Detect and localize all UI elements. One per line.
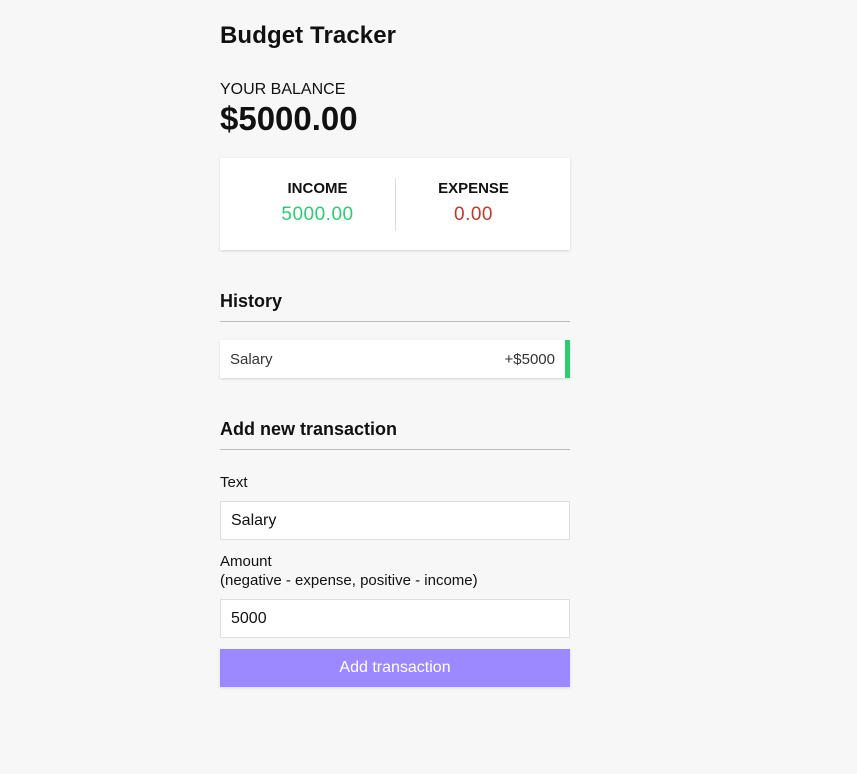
balance-label: YOUR BALANCE: [220, 81, 346, 98]
amount-field-label: Amount (negative - expense, positive - i…: [220, 552, 478, 590]
balance-value: $5000.00: [220, 100, 358, 137]
amount-hint-text: (negative - expense, positive - income): [220, 572, 478, 589]
expense-column: EXPENSE 0.00: [396, 158, 551, 250]
app-title: Budget Tracker: [220, 22, 397, 49]
amount-input[interactable]: [220, 599, 570, 638]
income-expense-card: INCOME 5000.00 EXPENSE 0.00: [220, 158, 570, 250]
amount-label-text: Amount: [220, 553, 272, 570]
text-field-label: Text: [220, 474, 248, 491]
history-item-amount: +$5000: [504, 351, 555, 368]
expense-label: EXPENSE: [438, 180, 509, 197]
add-transaction-button[interactable]: Add transaction: [220, 649, 570, 687]
history-item-text: Salary: [230, 351, 273, 368]
income-value: 5000.00: [281, 204, 354, 225]
add-transaction-title: Add new transaction: [220, 419, 570, 450]
text-input[interactable]: [220, 501, 570, 540]
expense-value: 0.00: [454, 204, 493, 225]
income-label: INCOME: [287, 180, 348, 197]
income-column: INCOME 5000.00: [240, 158, 395, 250]
history-list-item[interactable]: Salary +$5000: [220, 340, 570, 378]
history-title: History: [220, 291, 570, 322]
